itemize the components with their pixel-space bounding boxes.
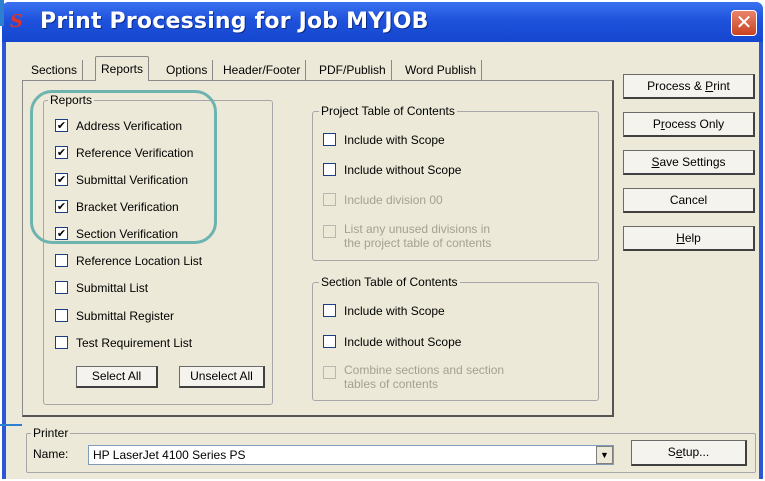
checkbox-disabled-icon <box>323 193 336 206</box>
project-toc-group-label: Project Table of Contents <box>319 104 457 118</box>
checkbox-disabled-icon <box>323 225 336 238</box>
checkbox-label: Submittal Verification <box>76 173 189 187</box>
checkbox-label: Combine sections and section tables of co… <box>344 363 504 391</box>
checkbox-label: Include division 00 <box>344 193 443 207</box>
reports-group: Reports ✔ Address Verification ✔ Referen… <box>43 93 273 405</box>
project-toc-group: Project Table of Contents Include with S… <box>312 104 599 261</box>
printer-group: Printer Name: HP LaserJet 4100 Series PS… <box>26 426 756 473</box>
checkbox-unchecked-icon[interactable] <box>55 254 68 267</box>
checkbox-checked-icon[interactable]: ✔ <box>55 227 68 240</box>
tab-sections[interactable]: Sections <box>26 60 84 80</box>
reports-tab-panel: Reports ✔ Address Verification ✔ Referen… <box>22 80 614 417</box>
label-line-2: the project table of contents <box>344 236 492 250</box>
checkbox-label: Test Requirement List <box>76 336 193 350</box>
dropdown-arrow-icon[interactable]: ▼ <box>596 446 613 464</box>
unselect-all-button[interactable]: Unselect All <box>179 366 265 388</box>
close-button[interactable]: ✕ <box>731 10 757 36</box>
checkbox-checked-icon[interactable]: ✔ <box>55 200 68 213</box>
section-toc-group: Section Table of Contents Include with S… <box>312 275 599 401</box>
label-line-1: List any unused divisions in <box>344 222 491 236</box>
checkbox-unchecked-icon[interactable] <box>55 281 68 294</box>
printer-name-value: HP LaserJet 4100 Series PS <box>93 448 246 462</box>
checkbox-checked-icon[interactable]: ✔ <box>55 119 68 132</box>
checkbox-label: Include without Scope <box>344 163 462 177</box>
printer-name-dropdown[interactable]: HP LaserJet 4100 Series PS ▼ <box>88 445 614 465</box>
cancel-button[interactable]: Cancel <box>623 188 755 213</box>
printer-name-label: Name: <box>33 447 69 461</box>
checkbox-unchecked-icon[interactable] <box>323 133 336 146</box>
checkbox-label: Bracket Verification <box>76 200 179 214</box>
dialog-client-area: Sections Reports Options Header/Footer P… <box>6 42 759 479</box>
printer-group-label: Printer <box>31 426 71 440</box>
process-only-button[interactable]: Process Only <box>623 112 755 137</box>
checkbox-label: Include without Scope <box>344 335 462 349</box>
select-all-button[interactable]: Select All <box>76 366 158 388</box>
checkbox-label: Reference Verification <box>76 146 194 160</box>
annotation-line-bottom <box>0 424 22 426</box>
help-button[interactable]: Help <box>623 226 755 251</box>
save-settings-button[interactable]: Save Settings <box>623 150 755 175</box>
tab-header-footer[interactable]: Header/Footer <box>218 60 307 80</box>
checkbox-disabled-icon <box>323 366 336 379</box>
setup-button[interactable]: Setup... <box>631 440 747 466</box>
label-line-2: tables of contents <box>344 377 439 391</box>
checkbox-checked-icon[interactable]: ✔ <box>55 173 68 186</box>
window-title: Print Processing for Job MYJOB <box>40 9 429 34</box>
reports-group-label: Reports <box>48 93 95 107</box>
checkbox-checked-icon[interactable]: ✔ <box>55 146 68 159</box>
app-logo-icon: S <box>10 11 23 32</box>
checkbox-label: Submittal Register <box>76 309 175 323</box>
checkbox-unchecked-icon[interactable] <box>323 335 336 348</box>
checkbox-label: Include with Scope <box>344 304 445 318</box>
tab-options[interactable]: Options <box>161 60 214 80</box>
close-icon: ✕ <box>735 10 753 34</box>
title-bar[interactable]: S Print Processing for Job MYJOB ✕ <box>2 2 763 42</box>
label-line-1: Combine sections and section <box>344 363 505 377</box>
process-print-button[interactable]: Process & Print <box>623 74 755 99</box>
checkbox-label: Address Verification <box>76 119 183 133</box>
annotation-line-top <box>0 0 4 26</box>
checkbox-unchecked-icon[interactable] <box>323 304 336 317</box>
checkbox-unchecked-icon[interactable] <box>55 309 68 322</box>
checkbox-unchecked-icon[interactable] <box>323 163 336 176</box>
checkbox-unchecked-icon[interactable] <box>55 336 68 349</box>
checkbox-label: Submittal List <box>76 281 149 295</box>
checkbox-label: Section Verification <box>76 227 179 241</box>
tab-word-publish[interactable]: Word Publish <box>400 60 483 80</box>
checkbox-label: List any unused divisions in the project … <box>344 222 491 250</box>
dialog-window: S Print Processing for Job MYJOB ✕ Secti… <box>2 2 763 479</box>
checkbox-label: Include with Scope <box>344 133 445 147</box>
checkbox-label: Reference Location List <box>76 254 203 268</box>
tab-pdf-publish[interactable]: PDF/Publish <box>314 60 392 80</box>
tab-reports[interactable]: Reports <box>95 56 150 81</box>
section-toc-group-label: Section Table of Contents <box>319 275 460 289</box>
